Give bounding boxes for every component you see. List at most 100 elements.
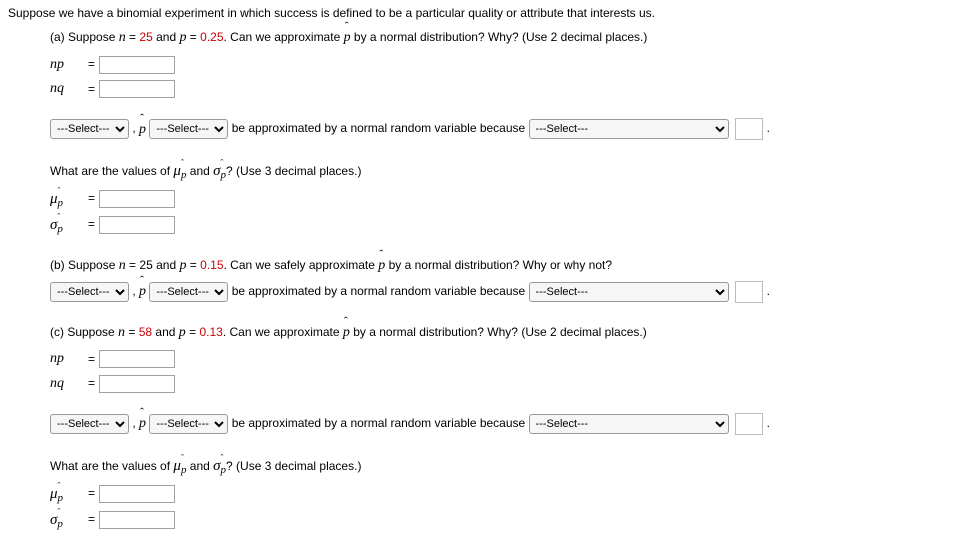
mid-text: be approximated by a normal random varia… xyxy=(232,416,529,430)
select-c-1[interactable]: ---Select--- xyxy=(50,414,129,434)
p-hat-symbol: pˆ xyxy=(378,255,385,277)
nq-input-a[interactable] xyxy=(99,80,175,98)
np-input-a[interactable] xyxy=(99,56,175,74)
select-b-3[interactable]: ---Select--- xyxy=(529,282,729,302)
part-a-values-question: What are the values of μˆp and σˆp? (Use… xyxy=(50,159,952,183)
mu-row-a: μˆp = xyxy=(50,187,952,211)
period-box-c[interactable] xyxy=(735,413,763,435)
np-row-c: np = xyxy=(50,348,952,370)
nq-row: nq = xyxy=(50,78,952,100)
eq-text: = xyxy=(186,325,200,339)
eq-sign: = xyxy=(88,510,95,529)
eq-sign: = xyxy=(88,189,95,208)
part-a-sentence: ---Select--- , pˆ ---Select--- be approx… xyxy=(50,118,952,141)
n-var: n xyxy=(119,258,126,273)
eq-sign: = xyxy=(88,374,95,393)
np-label: np xyxy=(50,57,64,72)
tail-text: by a normal distribution? Why? (Use 2 de… xyxy=(351,30,648,44)
part-c-sentence: ---Select--- , pˆ ---Select--- be approx… xyxy=(50,413,952,436)
sigma-input-a[interactable] xyxy=(99,216,175,234)
mu-sub: ˆp xyxy=(181,162,187,182)
part-c-question: (c) Suppose n = 58 and p = 0.13. Can we … xyxy=(50,322,952,344)
part-a-prefix: (a) Suppose xyxy=(50,30,119,44)
mu-sub: ˆp xyxy=(181,457,187,477)
period-box-b[interactable] xyxy=(735,281,763,303)
sigma-row-a: σˆp = xyxy=(50,213,952,237)
n-value: 25 xyxy=(139,258,152,272)
p-hat-symbol: pˆ xyxy=(343,322,350,344)
sigma-row-c: σˆp = xyxy=(50,508,952,532)
select-a-3[interactable]: ---Select--- xyxy=(529,119,729,139)
tail-text: by a normal distribution? Why? (Use 2 de… xyxy=(350,325,647,339)
sigma-symbol: σ xyxy=(213,458,220,474)
eq-sign: = xyxy=(88,80,95,99)
period-box-a[interactable] xyxy=(735,118,763,140)
n-value: 58 xyxy=(139,325,152,339)
part-b-question: (b) Suppose n = 25 and p = 0.15. Can we … xyxy=(50,255,952,277)
sigma-sub: ˆp xyxy=(57,511,63,531)
nq-row-c: nq = xyxy=(50,373,952,395)
tail-text: by a normal distribution? Why or why not… xyxy=(385,258,612,272)
comma-text: , xyxy=(132,122,139,136)
mu-symbol: μ xyxy=(50,486,58,502)
sigma-symbol: σ xyxy=(213,163,220,179)
p-hat-symbol: pˆ xyxy=(139,119,146,141)
eq-sign: = xyxy=(88,350,95,369)
p-value: 0.15 xyxy=(200,258,223,272)
eq-text: = xyxy=(186,258,200,272)
n-var: n xyxy=(119,30,126,45)
values-tail: ? (Use 3 decimal places.) xyxy=(226,164,361,178)
comma-text: , xyxy=(132,284,139,298)
sigma-input-c[interactable] xyxy=(99,511,175,529)
np-label: np xyxy=(50,351,64,366)
nq-input-c[interactable] xyxy=(99,375,175,393)
values-prefix: What are the values of xyxy=(50,164,173,178)
values-tail: ? (Use 3 decimal places.) xyxy=(226,459,361,473)
mid-text: be approximated by a normal random varia… xyxy=(232,284,529,298)
p-value: 0.25 xyxy=(200,30,223,44)
mu-input-a[interactable] xyxy=(99,190,175,208)
mu-sub: ˆp xyxy=(58,485,64,505)
p-hat-symbol: pˆ xyxy=(344,27,351,49)
np-row: np = xyxy=(50,54,952,76)
nq-label: nq xyxy=(50,376,64,391)
and-text: and xyxy=(153,30,180,44)
and-text: and xyxy=(153,258,180,272)
period-text: . xyxy=(767,284,770,298)
eq-text: = xyxy=(126,258,140,272)
eq-sign: = xyxy=(88,55,95,74)
rest-text: . Can we approximate xyxy=(223,325,343,339)
mu-symbol: μ xyxy=(173,163,181,179)
n-value: 25 xyxy=(139,30,152,44)
eq-sign: = xyxy=(88,484,95,503)
mid-text: be approximated by a normal random varia… xyxy=(232,122,529,136)
select-b-2[interactable]: ---Select--- xyxy=(149,282,228,302)
p-hat-symbol: pˆ xyxy=(139,281,146,303)
select-b-1[interactable]: ---Select--- xyxy=(50,282,129,302)
n-var: n xyxy=(118,325,125,340)
p-hat-symbol: pˆ xyxy=(139,413,146,435)
select-c-3[interactable]: ---Select--- xyxy=(529,414,729,434)
eq-text: = xyxy=(125,325,139,339)
mu-sub: ˆp xyxy=(58,190,64,210)
p-value: 0.13 xyxy=(199,325,222,339)
and-text: and xyxy=(186,459,213,473)
mu-input-c[interactable] xyxy=(99,485,175,503)
part-b-sentence: ---Select--- , pˆ ---Select--- be approx… xyxy=(50,281,952,304)
values-prefix: What are the values of xyxy=(50,459,173,473)
eq-text: = xyxy=(186,30,200,44)
intro-text: Suppose we have a binomial experiment in… xyxy=(8,4,952,23)
select-a-1[interactable]: ---Select--- xyxy=(50,119,129,139)
eq-sign: = xyxy=(88,215,95,234)
mu-row-c: μˆp = xyxy=(50,482,952,506)
select-a-2[interactable]: ---Select--- xyxy=(149,119,228,139)
sigma-sub: ˆp xyxy=(57,216,63,236)
rest-text: . Can we approximate xyxy=(224,30,344,44)
mu-symbol: μ xyxy=(50,191,58,207)
part-c-prefix: (c) Suppose xyxy=(50,325,118,339)
rest-text: . Can we safely approximate xyxy=(224,258,379,272)
part-a-question: (a) Suppose n = 25 and p = 0.25. Can we … xyxy=(50,27,952,49)
select-c-2[interactable]: ---Select--- xyxy=(149,414,228,434)
eq-text: = xyxy=(126,30,140,44)
np-input-c[interactable] xyxy=(99,350,175,368)
